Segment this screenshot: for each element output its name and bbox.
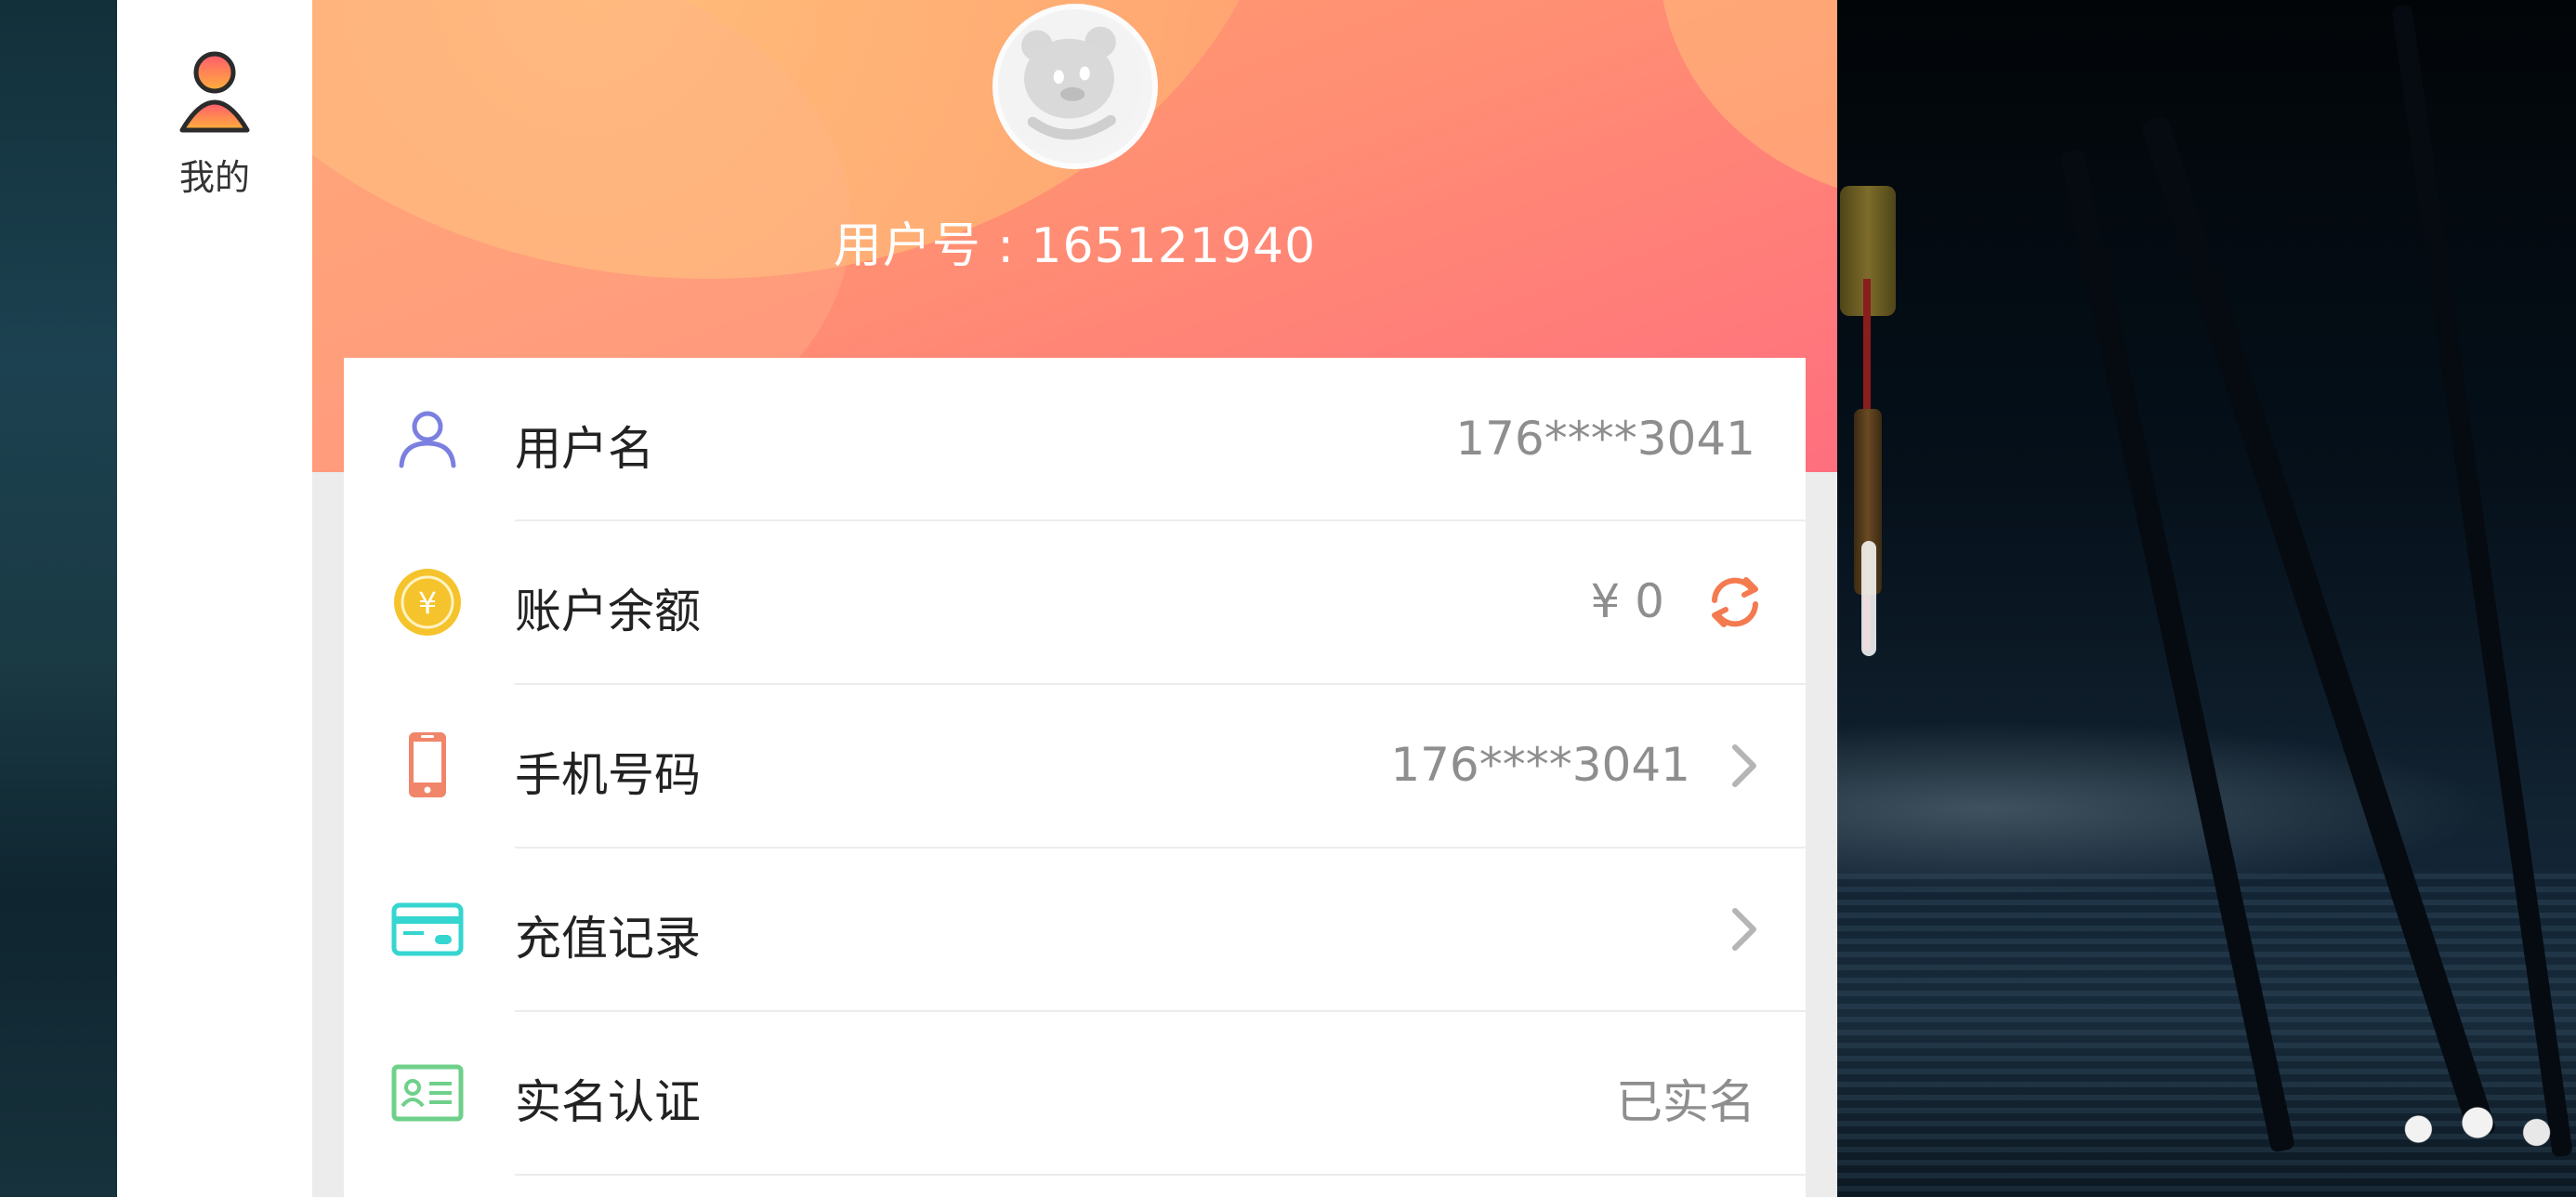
- profile-icon: [179, 51, 250, 133]
- user-number: 用户号 : 165121940: [833, 218, 1317, 274]
- user-icon: [399, 411, 456, 468]
- avatar[interactable]: [992, 4, 1158, 169]
- bear-avatar-icon: [998, 9, 1142, 153]
- account-info-list: 用户名 176****3041 ¥ 账户余额 ¥ 0 手机号码 176****3…: [344, 358, 1806, 1197]
- header-decoration: [1660, 0, 1837, 204]
- list-item-balance: ¥ 账户余额 ¥ 0: [344, 520, 1806, 683]
- list-item-recharge-history[interactable]: 充值记录: [344, 848, 1806, 1010]
- white-flowers: [2379, 1097, 2576, 1162]
- side-nav: 我的: [117, 0, 312, 1197]
- row-value: 176****3041: [1455, 412, 1755, 466]
- divider: [515, 1174, 1806, 1176]
- chevron-right-icon: [1732, 744, 1756, 787]
- id-card-icon: [391, 1064, 464, 1122]
- refresh-icon[interactable]: [1705, 572, 1765, 632]
- svg-text:¥: ¥: [418, 585, 437, 621]
- row-label: 实名认证: [515, 1075, 701, 1129]
- balance-value: ¥ 0: [1590, 574, 1664, 628]
- account-panel: 用户号 : 165121940 用户名 176****3041 ¥ 账户余额 ¥…: [312, 0, 1837, 1197]
- scrollbar[interactable]: [1861, 541, 1876, 656]
- row-label: 账户余额: [515, 585, 701, 638]
- phone-icon: [409, 732, 446, 797]
- nav-item-mine[interactable]: 我的: [117, 37, 312, 204]
- row-value: 176****3041: [1390, 738, 1690, 792]
- coin-icon: ¥: [394, 569, 461, 636]
- list-item-phone[interactable]: 手机号码 176****3041: [344, 684, 1806, 847]
- background-scenery-left: [0, 0, 117, 1197]
- row-label: 手机号码: [515, 748, 701, 802]
- credit-card-icon: [391, 902, 464, 956]
- chevron-right-icon: [1732, 908, 1756, 951]
- list-item-real-name-verification[interactable]: 实名认证 已实名: [344, 1011, 1806, 1174]
- row-label: 充值记录: [515, 912, 701, 966]
- nav-label-mine: 我的: [178, 157, 250, 198]
- row-label: 用户名: [515, 422, 654, 476]
- verification-status: 已实名: [1616, 1075, 1755, 1129]
- list-item-username[interactable]: 用户名 176****3041: [344, 358, 1806, 520]
